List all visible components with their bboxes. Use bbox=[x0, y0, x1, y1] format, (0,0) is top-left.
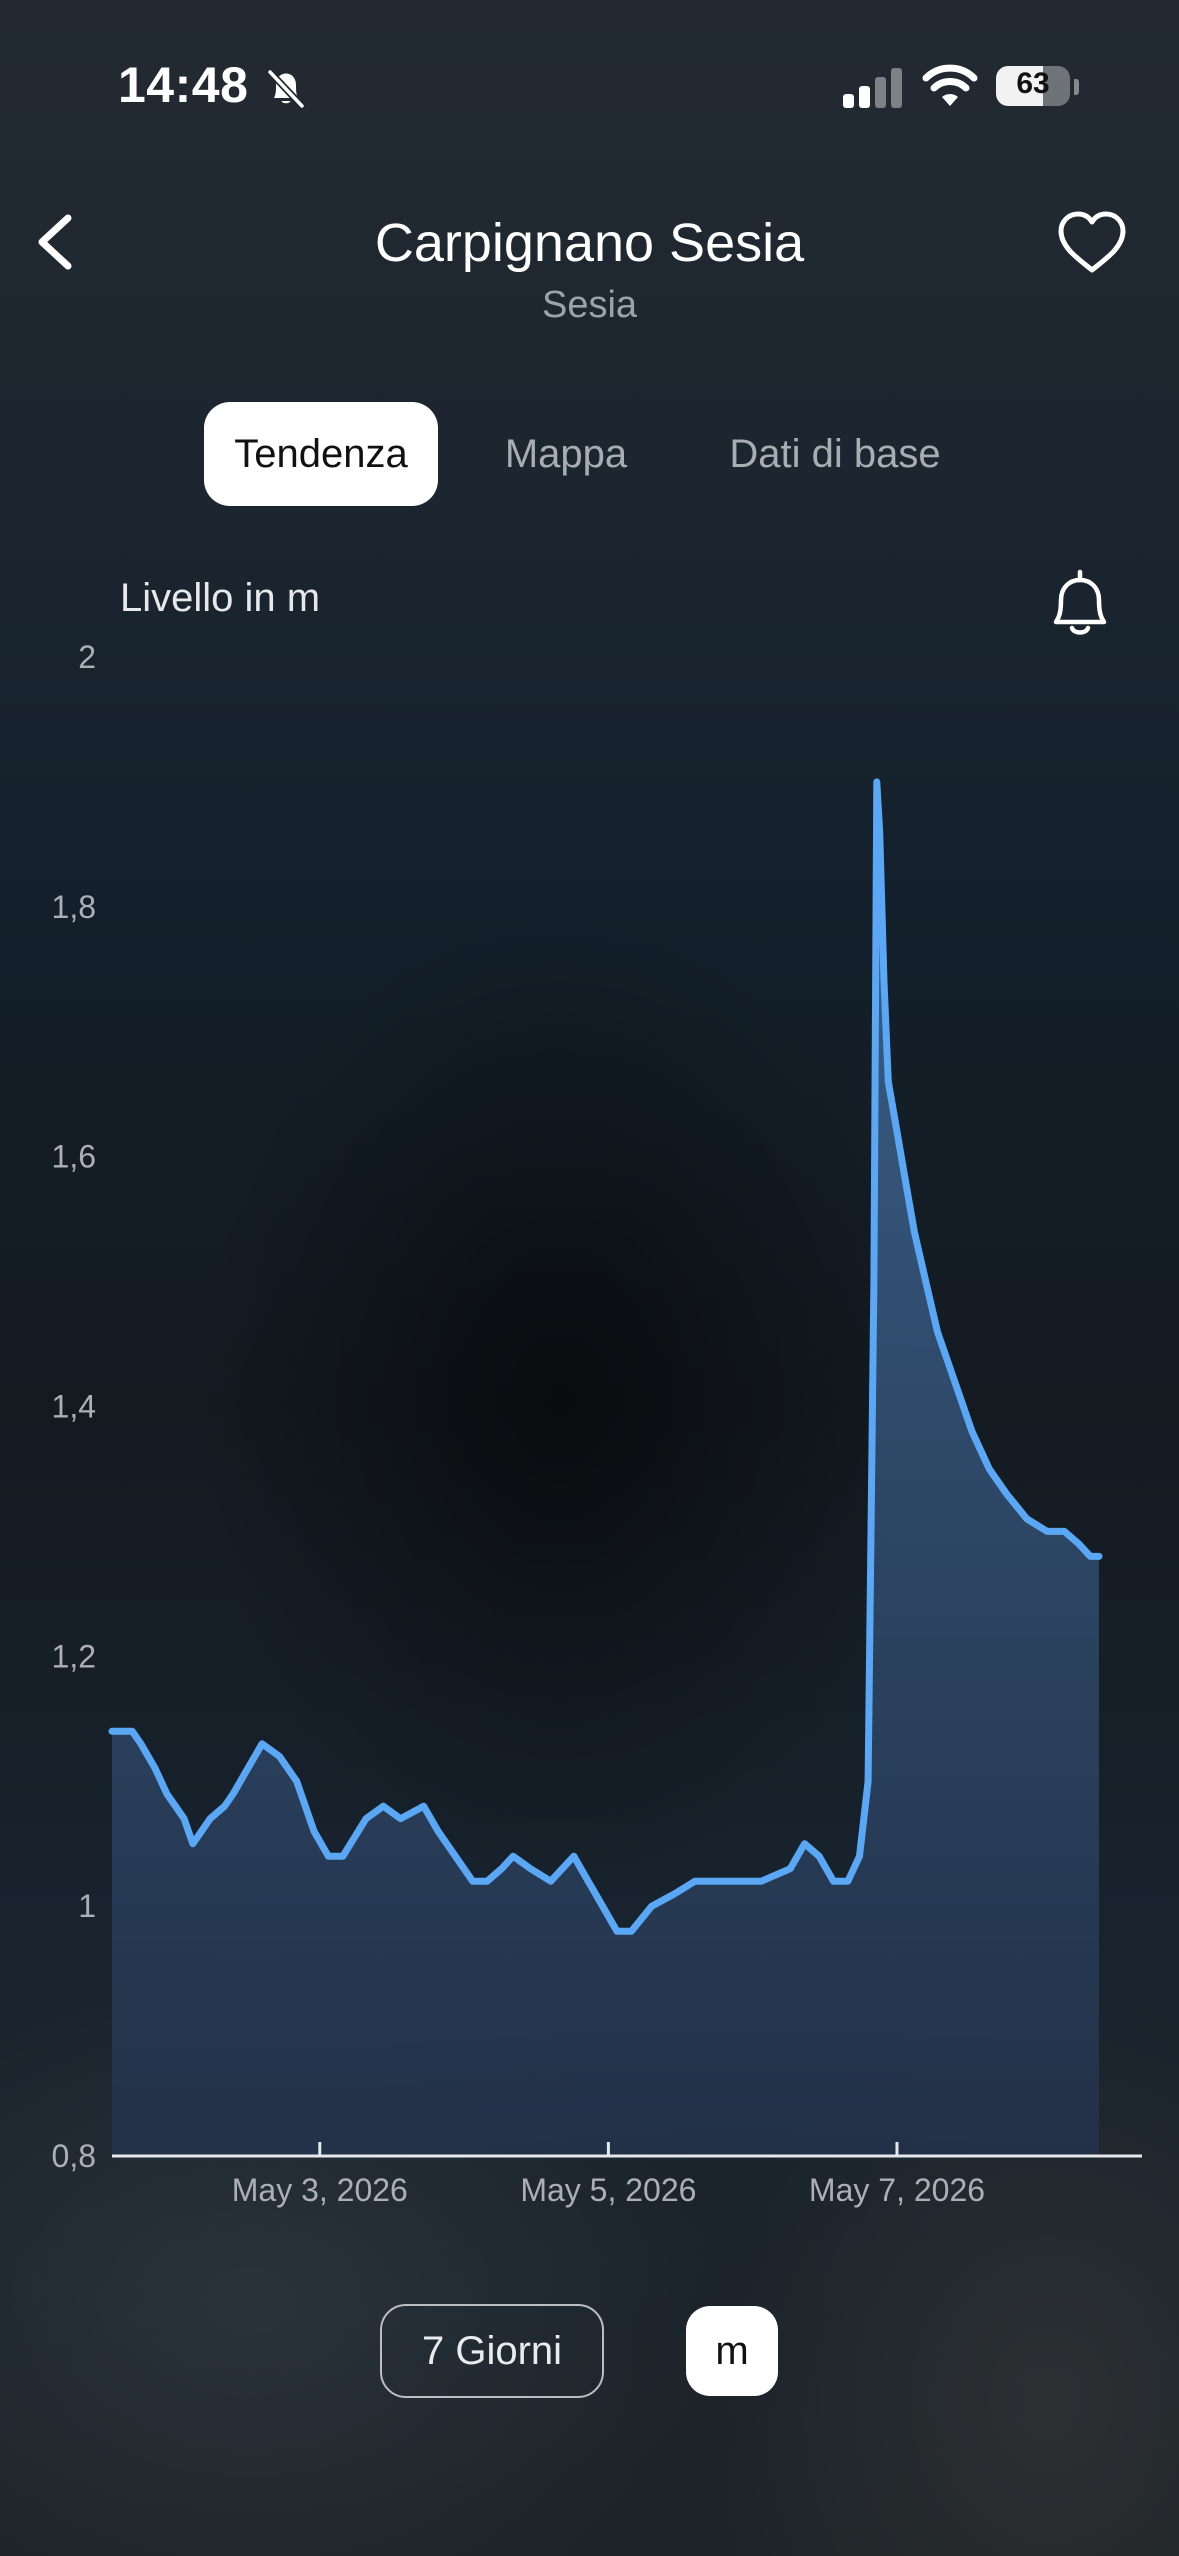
y-tick-label: 1,8 bbox=[52, 889, 96, 925]
water-level-chart: 2 1,8 1,6 1,4 1,2 1 0,8 May 3, 2026 May 5, 2026… bbox=[52, 639, 1142, 2208]
cellular-signal-icon bbox=[843, 68, 902, 108]
station-title: Carpignano Sesia bbox=[374, 213, 805, 273]
unit-toggle-button[interactable]: m bbox=[686, 2306, 778, 2396]
y-tick-label: 0,8 bbox=[52, 2138, 96, 2174]
alarm-button[interactable] bbox=[1042, 566, 1118, 642]
y-tick-label: 1 bbox=[78, 1888, 96, 1924]
tab-tendenza[interactable]: Tendenza bbox=[204, 402, 438, 506]
tab-dati-di-base[interactable]: Dati di base bbox=[694, 402, 976, 506]
bell-icon bbox=[1053, 577, 1107, 625]
battery-percentage: 63 bbox=[1016, 67, 1050, 100]
chart-y-caption: Livello in m bbox=[120, 576, 321, 620]
status-bar: 14:48 63 bbox=[0, 0, 1179, 170]
battery-icon: 63 bbox=[996, 64, 1080, 110]
tab-bar: Tendenza Mappa Dati di base bbox=[0, 402, 1179, 506]
wifi-icon bbox=[922, 64, 978, 106]
favorite-button[interactable] bbox=[1056, 210, 1128, 276]
y-tick-label: 1,2 bbox=[52, 1638, 96, 1674]
y-tick-label: 1,6 bbox=[52, 1139, 96, 1175]
x-tick-label: May 3, 2026 bbox=[232, 2172, 408, 2208]
status-time: 14:48 bbox=[118, 57, 249, 113]
level-line bbox=[108, 778, 1103, 1935]
heart-outline-icon bbox=[1058, 211, 1126, 273]
time-range-button[interactable]: 7 Giorni bbox=[380, 2304, 604, 2398]
y-tick-label: 1,4 bbox=[52, 1389, 96, 1425]
x-tick-label: May 7, 2026 bbox=[809, 2172, 985, 2208]
y-tick-label: 2 bbox=[78, 639, 96, 675]
river-subtitle: Sesia bbox=[541, 284, 638, 326]
level-area bbox=[112, 781, 1099, 2156]
x-tick-label: May 5, 2026 bbox=[520, 2172, 696, 2208]
bell-slash-icon bbox=[266, 68, 306, 110]
tab-mappa[interactable]: Mappa bbox=[480, 402, 652, 506]
